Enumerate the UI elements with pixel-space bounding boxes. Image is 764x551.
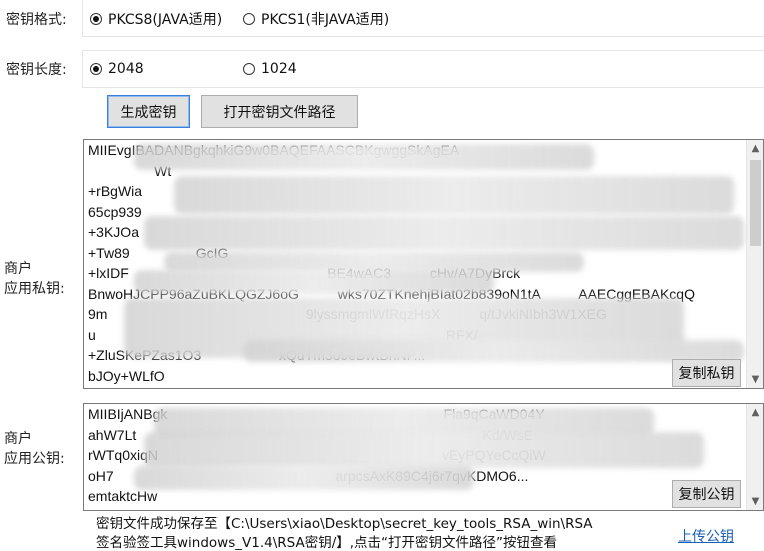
scroll-thumb[interactable] [750, 160, 761, 246]
save-status-line2: 签名验签工具windows_V1.4\RSA密钥/】,点击“打开密钥文件路径”按… [96, 535, 558, 551]
open-key-path-button[interactable]: 打开密钥文件路径 [201, 95, 358, 128]
radio-1024[interactable]: 1024 [243, 61, 297, 77]
radio-1024-indicator[interactable] [243, 63, 255, 75]
private-key-label: 商户 应用私钥: [4, 259, 65, 299]
radio-1024-label: 1024 [261, 61, 297, 77]
save-status-message: 密钥文件成功保存至【C:\Users\xiao\Desktop\secret_k… [96, 515, 676, 551]
public-key-scrollbar[interactable]: ▲ ▼ [746, 404, 763, 510]
key-length-label: 密钥长度: [6, 62, 67, 78]
radio-pkcs8-indicator[interactable] [90, 13, 102, 25]
public-key-label-line2: 应用公钥: [4, 451, 65, 467]
redaction-blur [164, 252, 584, 272]
redaction-blur [134, 466, 474, 490]
chevron-up-icon[interactable]: ▲ [747, 404, 763, 421]
redaction-blur [144, 216, 744, 250]
radio-2048[interactable]: 2048 [90, 61, 144, 77]
redaction-blur [134, 144, 594, 170]
radio-pkcs1-indicator[interactable] [243, 13, 255, 25]
redaction-blur [244, 340, 744, 362]
upload-public-key-link[interactable]: 上传公钥 [678, 526, 734, 546]
private-key-scrollbar[interactable]: ▲ ▼ [746, 140, 763, 388]
public-key-textarea[interactable]: MIIBIjANBgk Fla9qCaWD04YahW7Lt Kd/WsErWT… [83, 403, 764, 511]
rsa-key-tool-window: 密钥格式: PKCS8(JAVA适用) PKCS1(非JAVA适用) 密钥长度:… [0, 0, 764, 551]
copy-private-key-button[interactable]: 复制私钥 [672, 359, 741, 387]
key-length-options-box [82, 50, 764, 88]
radio-2048-label: 2048 [108, 61, 144, 77]
chevron-down-icon[interactable]: ▼ [747, 493, 763, 510]
public-key-label: 商户 应用公钥: [4, 429, 65, 469]
copy-public-key-button[interactable]: 复制公钥 [672, 480, 741, 508]
private_key-line: bJOy+WLfO [88, 367, 165, 384]
chevron-up-icon[interactable]: ▲ [747, 140, 763, 157]
radio-pkcs1-label: PKCS1(非JAVA适用) [261, 12, 390, 28]
radio-pkcs8[interactable]: PKCS8(JAVA适用) [90, 9, 222, 29]
key-format-label: 密钥格式: [6, 12, 67, 28]
redaction-blur [174, 176, 734, 214]
radio-2048-indicator[interactable] [90, 63, 102, 75]
private-key-label-line1: 商户 [4, 261, 32, 277]
save-status-line1: 密钥文件成功保存至【C:\Users\xiao\Desktop\secret_k… [96, 516, 593, 532]
redaction-blur [134, 270, 494, 294]
redaction-blur [144, 432, 704, 468]
public-key-label-line1: 商户 [4, 431, 32, 447]
radio-pkcs1[interactable]: PKCS1(非JAVA适用) [243, 9, 389, 29]
private-key-textarea[interactable]: MIIEvgIBADANBgkqhkiG9w0BAQEFAASCBKgwggSk… [83, 139, 764, 389]
radio-pkcs8-label: PKCS8(JAVA适用) [108, 12, 223, 28]
private-key-label-line2: 应用私钥: [4, 281, 65, 297]
generate-key-button[interactable]: 生成密钥 [107, 95, 190, 128]
chevron-down-icon[interactable]: ▼ [747, 371, 763, 388]
